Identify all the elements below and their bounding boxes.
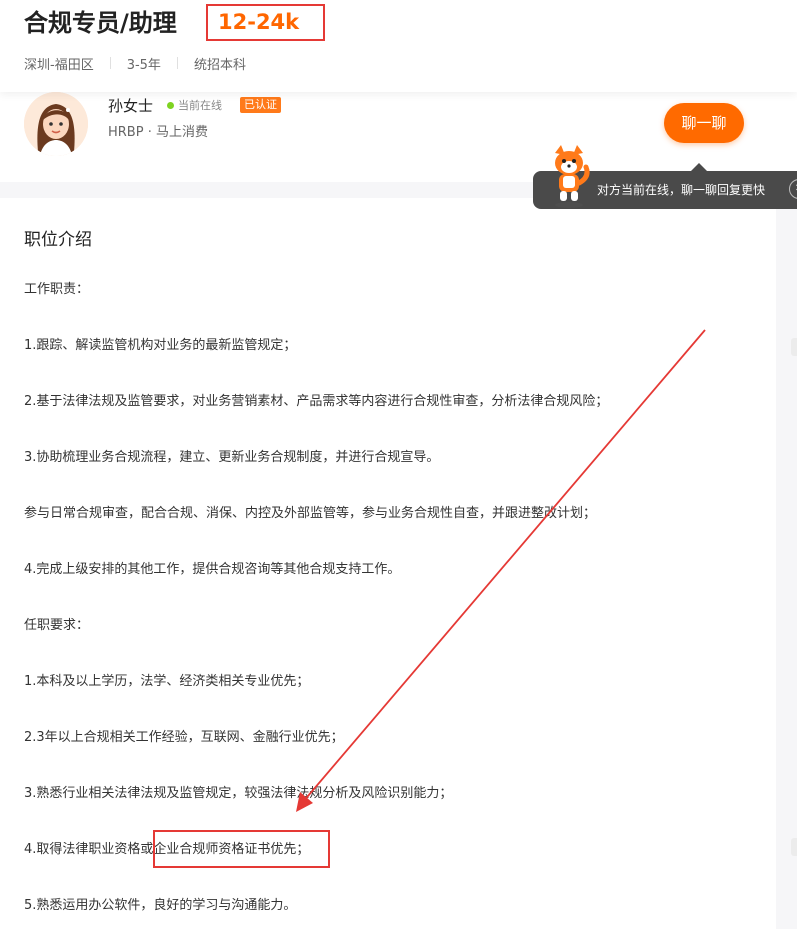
desc-line: 任职要求： xyxy=(24,618,90,633)
salary-annotation-box xyxy=(206,4,325,41)
desc-line: 5.熟悉运用办公软件，良好的学习与沟通能力。 xyxy=(24,898,297,913)
close-icon[interactable]: ✕ xyxy=(789,179,797,199)
job-description: 职位介绍 工作职责： 1.跟踪、解读监管机构对业务的最新监管规定； 2.基于法律… xyxy=(0,198,776,929)
desc-line: 参与日常合规审查，配合合规、消保、内控及外部监管等，参与业务合规性自查，并跟进整… xyxy=(24,506,597,521)
desc-line: 工作职责： xyxy=(24,282,90,297)
job-title: 合规专员/助理 xyxy=(24,9,177,37)
meta-divider xyxy=(176,57,178,69)
desc-line: 2.基于法律法规及监管要求，对业务营销素材、产品需求等内容进行合规性审查，分析法… xyxy=(24,394,609,409)
meta-divider xyxy=(109,57,111,69)
online-status-text: 当前在线 xyxy=(178,99,222,112)
job-header: 合规专员/助理 12-24k 深圳-福田区 3-5年 统招本科 xyxy=(0,0,797,92)
desc-line: 1.跟踪、解读监管机构对业务的最新监管规定； xyxy=(24,338,297,353)
tooltip-text: 对方当前在线，聊一聊回复更快 xyxy=(597,183,766,197)
job-location: 深圳-福田区 xyxy=(24,57,94,73)
job-experience: 3-5年 xyxy=(126,57,161,73)
job-education: 统招本科 xyxy=(193,57,246,73)
section-title: 职位介绍 xyxy=(24,230,92,250)
desc-line: 4.完成上级安排的其他工作，提供合规咨询等其他合规支持工作。 xyxy=(24,562,401,577)
desc-line: 2.3年以上合规相关工作经验，互联网、金融行业优先； xyxy=(24,730,344,745)
avatar-illustration xyxy=(24,92,88,156)
desc-line: 1.本科及以上学历，法学、经济类相关专业优先； xyxy=(24,674,310,689)
scroll-edge-mark xyxy=(791,838,797,856)
job-meta: 深圳-福田区 3-5年 统招本科 xyxy=(24,53,246,73)
online-status-dot xyxy=(167,102,174,109)
mascot-icon xyxy=(546,143,592,209)
recruiter-position-company: HRBP · 马上消费 xyxy=(108,125,208,140)
certificate-annotation-box xyxy=(153,830,330,868)
recruiter-name: 孙女士 xyxy=(108,97,154,115)
verified-badge: 已认证 xyxy=(240,97,281,113)
desc-line: 3.熟悉行业相关法律法规及监管规定，较强法律法规分析及风险识别能力； xyxy=(24,786,453,801)
chat-button[interactable]: 聊一聊 xyxy=(664,103,744,143)
scroll-edge-mark xyxy=(791,338,797,356)
recruiter-card: 孙女士 当前在线 已认证 HRBP · 马上消费 聊一聊 xyxy=(0,92,797,182)
desc-line: 3.协助梳理业务合规流程，建立、更新业务合规制度，并进行合规宣导。 xyxy=(24,450,440,465)
avatar[interactable] xyxy=(24,92,88,156)
job-detail-page: 合规专员/助理 12-24k 深圳-福田区 3-5年 统招本科 孙女士 当前在线… xyxy=(0,0,797,929)
